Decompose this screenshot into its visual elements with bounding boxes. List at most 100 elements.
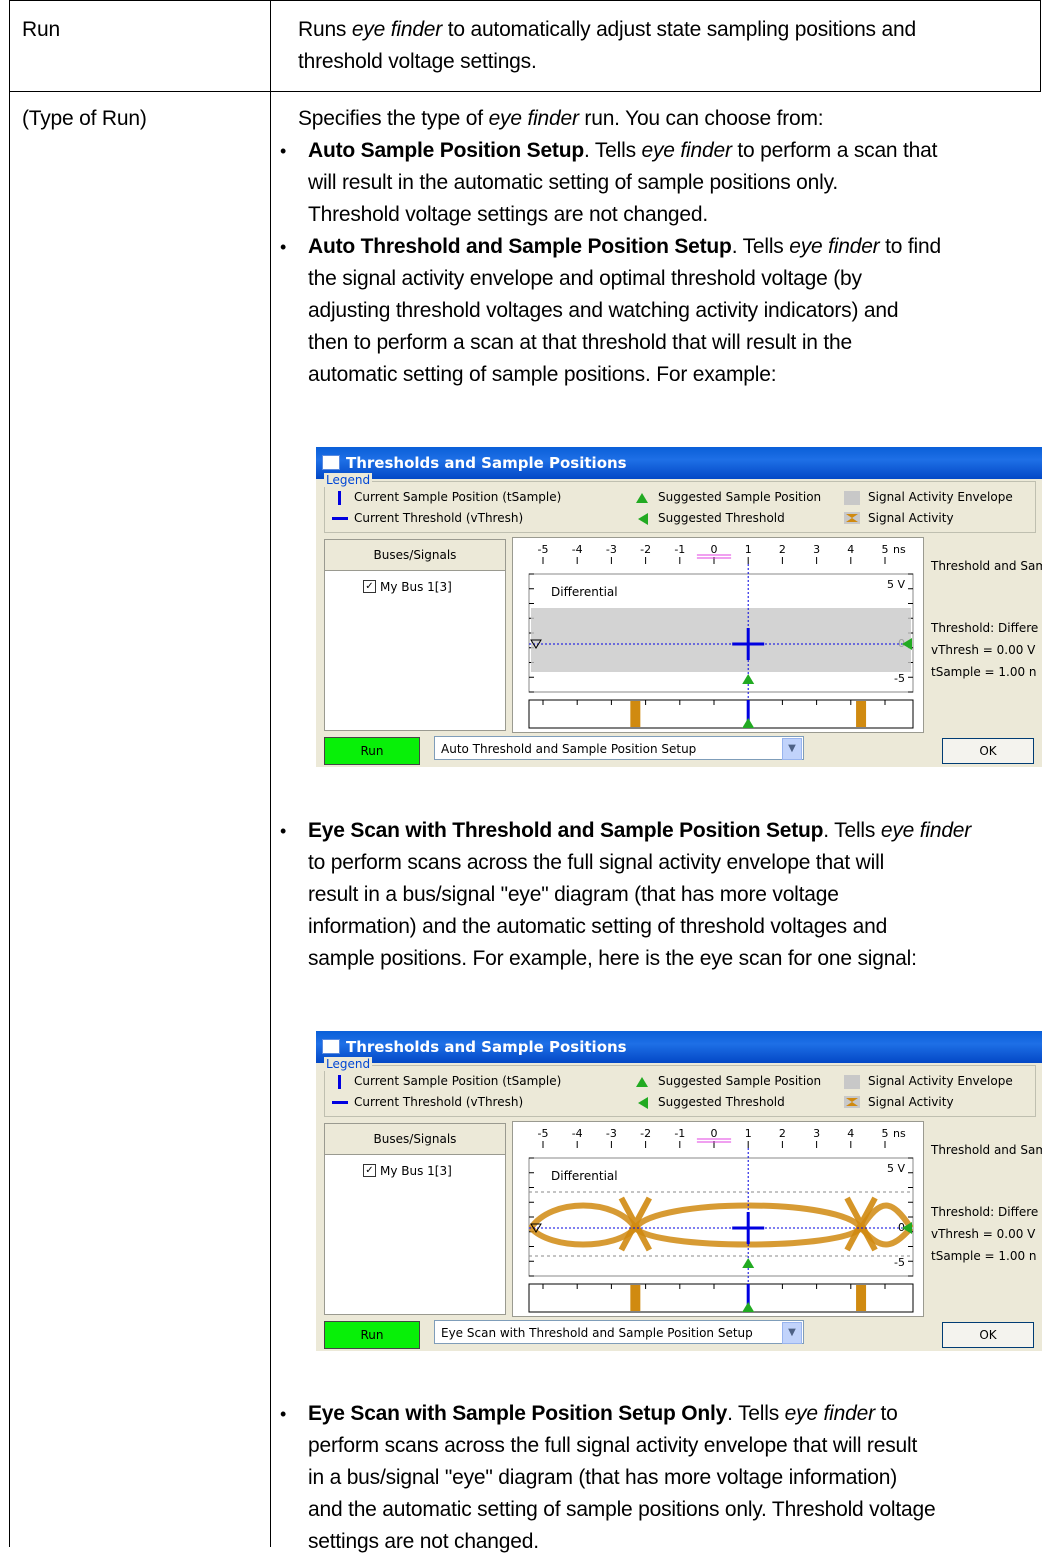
signal-activity-swatch-icon xyxy=(844,512,860,524)
chevron-down-icon[interactable]: ▼ xyxy=(782,738,802,760)
suggested-sample-triangle-icon xyxy=(636,493,648,503)
x-tick-label: 2 xyxy=(779,1127,786,1140)
legend-activity-envelope: Signal Activity Envelope xyxy=(868,1074,1013,1088)
dialog-title: Thresholds and Sample Positions xyxy=(346,454,627,472)
plot-svg: -5-4-3-2-1012345nsDifferential5 V0-5 xyxy=(528,1127,914,1313)
bullet-eye-scan-sample-only: Eye Scan with Sample Position Setup Only… xyxy=(308,1402,936,1553)
bus-signal-tree[interactable]: Buses/Signals ✓ My Bus 1[3] xyxy=(324,539,506,731)
threshold-plot[interactable]: -5-4-3-2-1012345nsDifferential5 V0-5 xyxy=(512,537,924,733)
legend-caption: Legend xyxy=(324,473,373,487)
run-button[interactable]: Run xyxy=(324,737,420,765)
x-tick-label: 1 xyxy=(745,543,752,556)
table-border-left xyxy=(9,0,10,1547)
x-tick-label: 4 xyxy=(847,543,854,556)
info-title: Threshold and Sam xyxy=(931,1143,1042,1157)
bullet-marker: • xyxy=(280,141,287,161)
v-top-label: 5 V xyxy=(887,578,905,591)
x-tick-label: 0 xyxy=(711,543,718,556)
strip-activity-bar xyxy=(630,701,641,727)
legend-suggested-threshold: Suggested Threshold xyxy=(658,1095,785,1109)
legend-signal-activity: Signal Activity xyxy=(868,1095,954,1109)
thresholds-dialog-eye-screenshot: Thresholds and Sample Positions Legend Cur… xyxy=(316,1031,1042,1351)
v-top-label: 5 V xyxy=(887,1162,905,1175)
suggested-threshold-triangle-icon xyxy=(638,513,648,525)
window-icon xyxy=(322,455,340,470)
run-type-select[interactable]: Eye Scan with Threshold and Sample Posit… xyxy=(434,1320,804,1344)
legend-group xyxy=(324,1065,1036,1117)
row-intro-type-of-run: Specifies the type of eye finder run. Yo… xyxy=(298,107,824,130)
table-border-right xyxy=(1040,0,1041,92)
table-column-divider xyxy=(270,0,271,1547)
v-bot-label: -5 xyxy=(894,672,905,685)
chevron-down-icon[interactable]: ▼ xyxy=(782,1322,802,1344)
bullet-eye-scan-threshold: Eye Scan with Threshold and Sample Posit… xyxy=(308,819,972,970)
legend-activity-envelope: Signal Activity Envelope xyxy=(868,490,1013,504)
v-bot-label: -5 xyxy=(894,1256,905,1269)
legend-current-sample: Current Sample Position (tSample) xyxy=(354,490,562,504)
info-tsample: tSample = 1.00 n xyxy=(931,1249,1037,1263)
strip-activity-bar xyxy=(630,1285,641,1311)
row-label-type-of-run: (Type of Run) xyxy=(22,107,147,130)
bullet-auto-threshold: Auto Threshold and Sample Position Setup… xyxy=(308,235,941,386)
activity-envelope-swatch-icon xyxy=(844,1075,860,1089)
run-type-select[interactable]: Auto Threshold and Sample Position Setup… xyxy=(434,736,804,760)
ok-button[interactable]: OK xyxy=(942,738,1034,764)
x-tick-label: -5 xyxy=(538,543,549,556)
suggested-threshold-triangle-icon xyxy=(638,1097,648,1109)
x-tick-label: 5 xyxy=(882,543,889,556)
strip-activity-bar xyxy=(856,1285,867,1311)
ok-button[interactable]: OK xyxy=(942,1322,1034,1348)
window-icon xyxy=(322,1039,340,1054)
bullet-auto-sample-position: Auto Sample Position Setup. Tells eye fi… xyxy=(308,139,938,226)
row-desc-run: Runs eye finder to automatically adjust … xyxy=(298,18,916,73)
info-vthresh: vThresh = 0.00 V xyxy=(931,643,1036,657)
x-tick-label: 3 xyxy=(813,1127,820,1140)
legend-signal-activity: Signal Activity xyxy=(868,511,954,525)
zero-marker-icon xyxy=(696,554,732,559)
sample-position-marker-icon xyxy=(338,491,341,505)
legend-caption: Legend xyxy=(324,1057,373,1071)
bus-item-label: My Bus 1[3] xyxy=(380,580,452,594)
run-type-value: Eye Scan with Threshold and Sample Posit… xyxy=(441,1326,753,1340)
signal-activity-swatch-icon xyxy=(844,1096,860,1108)
zero-marker-icon xyxy=(696,1138,732,1143)
thresholds-dialog-screenshot: Thresholds and Sample Positions Legend Cur… xyxy=(316,447,1042,767)
info-threshold: Threshold: Differe xyxy=(931,621,1039,635)
strip-activity-bar xyxy=(856,701,867,727)
threshold-plot[interactable]: -5-4-3-2-1012345nsDifferential5 V0-5 xyxy=(512,1121,924,1317)
bullet-marker: • xyxy=(280,1404,287,1424)
x-tick-label: -4 xyxy=(572,543,583,556)
x-tick-label: -2 xyxy=(640,543,651,556)
bus-signals-header[interactable]: Buses/Signals xyxy=(325,1124,505,1155)
activity-envelope-swatch-icon xyxy=(844,491,860,505)
x-tick-label: 3 xyxy=(813,543,820,556)
table-row-divider xyxy=(9,91,1041,92)
x-tick-label: -1 xyxy=(674,543,685,556)
legend-suggested-sample: Suggested Sample Position xyxy=(658,490,822,504)
info-vthresh: vThresh = 0.00 V xyxy=(931,1227,1036,1241)
dialog-title-bar: Thresholds and Sample Positions xyxy=(316,447,1042,479)
threshold-marker-icon xyxy=(332,1101,348,1104)
x-tick-label: 2 xyxy=(779,543,786,556)
bus-checkbox[interactable]: ✓ xyxy=(363,1164,376,1177)
info-title: Threshold and Sam xyxy=(931,559,1042,573)
run-button[interactable]: Run xyxy=(324,1321,420,1349)
activity-envelope xyxy=(531,608,911,672)
run-type-value: Auto Threshold and Sample Position Setup xyxy=(441,742,697,756)
x-tick-label: 4 xyxy=(847,1127,854,1140)
legend-current-threshold: Current Threshold (vThresh) xyxy=(354,511,524,525)
table-border-top xyxy=(9,0,1041,1)
info-tsample: tSample = 1.00 n xyxy=(931,665,1037,679)
x-tick-label: 5 xyxy=(882,1127,889,1140)
bus-checkbox[interactable]: ✓ xyxy=(363,580,376,593)
legend-suggested-sample: Suggested Sample Position xyxy=(658,1074,822,1088)
dialog-title: Thresholds and Sample Positions xyxy=(346,1038,627,1056)
bullet-marker: • xyxy=(280,821,287,841)
bus-signals-header[interactable]: Buses/Signals xyxy=(325,540,505,571)
x-tick-label: 0 xyxy=(711,1127,718,1140)
x-axis-unit: ns xyxy=(893,1127,906,1140)
x-tick-label: -3 xyxy=(606,1127,617,1140)
bus-signal-tree[interactable]: Buses/Signals ✓ My Bus 1[3] xyxy=(324,1123,506,1315)
legend-group xyxy=(324,481,1036,533)
bullet-marker: • xyxy=(280,237,287,257)
